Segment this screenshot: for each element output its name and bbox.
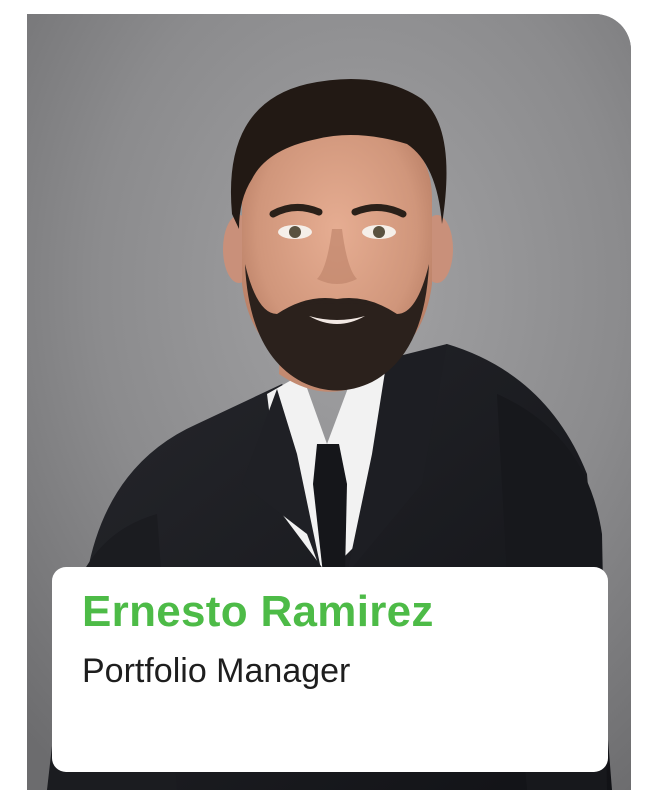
name-title-card: Ernesto Ramirez Portfolio Manager: [52, 567, 608, 772]
person-name: Ernesto Ramirez: [82, 587, 434, 636]
job-title: Portfolio Manager: [82, 652, 351, 690]
